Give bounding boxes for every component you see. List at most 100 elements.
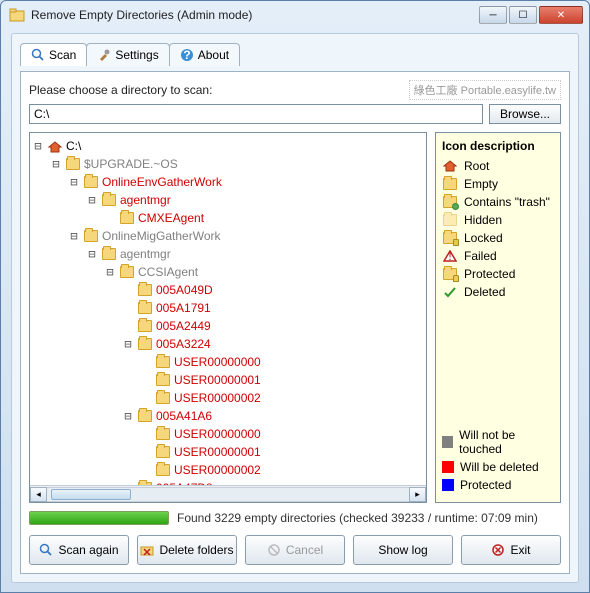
collapse-icon[interactable]: ⊟ — [68, 227, 80, 245]
collapse-icon[interactable]: ⊟ — [86, 191, 98, 209]
collapse-icon[interactable]: ⊟ — [32, 137, 44, 155]
directory-tree[interactable]: ⊟C:\⊟$UPGRADE.~OS⊟OnlineEnvGatherWork⊟ag… — [29, 132, 427, 503]
horizontal-scrollbar[interactable]: ◂ ▸ — [30, 485, 426, 502]
legend-item: Locked — [442, 231, 554, 245]
browse-button[interactable]: Browse... — [489, 104, 561, 124]
scroll-track[interactable] — [47, 487, 409, 502]
tree-node-label: USER00000002 — [174, 389, 261, 407]
tree-node-label: USER00000000 — [174, 353, 261, 371]
button-label: Delete folders — [159, 543, 233, 557]
tab-label: Scan — [49, 48, 76, 62]
legend-label: Empty — [464, 177, 498, 191]
legend-item: Contains "trash" — [442, 195, 554, 209]
tree-node-label: USER00000001 — [174, 371, 261, 389]
tab-label: About — [198, 48, 229, 62]
folder-icon — [120, 266, 134, 278]
failed-icon: ! — [442, 250, 458, 262]
protected-icon — [442, 268, 458, 280]
tree-node-label: CMXEAgent — [138, 209, 204, 227]
color-legend-item: Protected — [442, 478, 554, 492]
tree-node[interactable]: USER00000001 — [32, 371, 424, 389]
color-swatch — [442, 461, 454, 473]
collapse-icon[interactable]: ⊟ — [122, 407, 134, 425]
tree-node[interactable]: ⊟ $UPGRADE.~OS — [32, 155, 424, 173]
tree-node[interactable]: ⊟005A41A6 — [32, 407, 424, 425]
status-text: Found 3229 empty directories (checked 39… — [177, 511, 538, 525]
watermark-text: 綠色工廠 Portable.easylife.tw — [409, 80, 561, 100]
close-button[interactable]: ✕ — [539, 6, 583, 24]
client-area: Scan Settings ? About Please choose a di… — [11, 33, 579, 583]
folder-icon — [156, 464, 170, 476]
color-swatch — [442, 436, 453, 448]
cancel-button: Cancel — [245, 535, 345, 565]
titlebar: Remove Empty Directories (Admin mode) ─ … — [1, 1, 589, 29]
tree-node-label: 005A2449 — [156, 317, 211, 335]
tree-node[interactable]: ⊟C:\ — [32, 137, 424, 155]
folder-icon — [138, 320, 152, 332]
tree-node[interactable]: ⊟agentmgr — [32, 191, 424, 209]
scroll-thumb[interactable] — [51, 489, 131, 500]
tree-node-label: agentmgr — [120, 245, 171, 263]
tree-node[interactable]: USER00000002 — [32, 461, 424, 479]
legend-label: Locked — [464, 231, 503, 245]
tab-panel-scan: Please choose a directory to scan: 綠色工廠 … — [20, 71, 570, 574]
wrench-icon — [97, 48, 111, 62]
tree-node[interactable]: USER00000002 — [32, 389, 424, 407]
cancel-icon — [267, 543, 281, 557]
locked-icon — [442, 232, 458, 244]
delete-folders-button[interactable]: Delete folders — [137, 535, 237, 565]
tree-node[interactable]: 005A2449 — [32, 317, 424, 335]
legend-label: Protected — [464, 267, 515, 281]
minimize-button[interactable]: ─ — [479, 6, 507, 24]
maximize-button[interactable]: ☐ — [509, 6, 537, 24]
tree-node[interactable]: CMXEAgent — [32, 209, 424, 227]
scroll-right-button[interactable]: ▸ — [409, 487, 426, 502]
help-icon: ? — [180, 48, 194, 62]
legend-label: Deleted — [464, 285, 505, 299]
tree-node[interactable]: USER00000000 — [32, 353, 424, 371]
scroll-left-button[interactable]: ◂ — [30, 487, 47, 502]
folder-icon — [156, 446, 170, 458]
tab-strip: Scan Settings ? About — [20, 40, 570, 66]
collapse-icon[interactable]: ⊟ — [68, 173, 80, 191]
tab-scan[interactable]: Scan — [20, 43, 87, 66]
button-label: Exit — [510, 543, 530, 557]
tree-node[interactable]: ⊟ CCSIAgent — [32, 263, 424, 281]
collapse-icon[interactable]: ⊟ — [104, 263, 116, 281]
collapse-icon[interactable]: ⊟ — [86, 245, 98, 263]
tree-node[interactable]: ⊟OnlineEnvGatherWork — [32, 173, 424, 191]
exit-button[interactable]: Exit — [461, 535, 561, 565]
progress-bar — [29, 511, 169, 525]
tree-node[interactable]: 005A049D — [32, 281, 424, 299]
show-log-button[interactable]: Show log — [353, 535, 453, 565]
tree-node-label: $UPGRADE.~OS — [84, 155, 178, 173]
tree-node[interactable]: ⊟ agentmgr — [32, 245, 424, 263]
tree-node[interactable]: 005A1791 — [32, 299, 424, 317]
legend-item: Hidden — [442, 213, 554, 227]
color-legend-label: Will not be touched — [459, 428, 554, 456]
svg-text:?: ? — [183, 48, 190, 62]
tree-node[interactable]: USER00000001 — [32, 443, 424, 461]
hidden-icon — [442, 214, 458, 226]
folder-icon — [156, 428, 170, 440]
tab-about[interactable]: ? About — [169, 43, 240, 66]
collapse-icon[interactable]: ⊟ — [122, 335, 134, 353]
color-legend-item: Will not be touched — [442, 428, 554, 456]
tree-node-label: USER00000001 — [174, 443, 261, 461]
scan-again-button[interactable]: Scan again — [29, 535, 129, 565]
folder-icon — [138, 284, 152, 296]
tree-node[interactable]: USER00000000 — [32, 425, 424, 443]
folder-icon — [138, 410, 152, 422]
directory-path-input[interactable] — [29, 104, 483, 124]
button-label: Cancel — [286, 543, 323, 557]
tree-node[interactable]: ⊟OnlineMigGatherWork — [32, 227, 424, 245]
choose-directory-label: Please choose a directory to scan: — [29, 83, 212, 97]
folder-icon — [84, 230, 98, 242]
tree-node[interactable]: ⊟005A3224 — [32, 335, 424, 353]
tree-node-label: USER00000002 — [174, 461, 261, 479]
tab-settings[interactable]: Settings — [86, 43, 169, 66]
legend-item: Deleted — [442, 285, 554, 299]
folder-icon — [138, 302, 152, 314]
collapse-icon[interactable]: ⊟ — [50, 155, 62, 173]
tree-node-label: CCSIAgent — [138, 263, 198, 281]
